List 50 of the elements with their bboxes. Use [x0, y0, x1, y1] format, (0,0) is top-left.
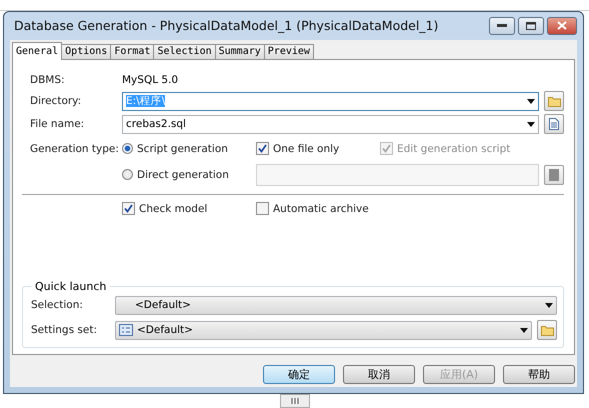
list-icon: [119, 324, 133, 336]
checkbox-label: Automatic archive: [273, 202, 369, 215]
field-label: DBMS:: [30, 74, 66, 86]
tab[interactable]: Options: [61, 44, 112, 60]
checkbox[interactable]: [256, 142, 269, 156]
group-title: Quick launch: [34, 280, 108, 293]
tab[interactable]: Summary: [214, 44, 265, 60]
checkbox[interactable]: [256, 202, 269, 216]
dropdown-caret-icon: [527, 98, 535, 104]
field-label: File name:: [30, 118, 86, 130]
dialog-button[interactable]: 取消: [343, 364, 415, 384]
field-label: Selection:: [31, 299, 84, 312]
folder-icon: [540, 324, 554, 336]
tab[interactable]: Preview: [264, 44, 314, 60]
settings-set-combo[interactable]: <Default>: [115, 320, 532, 340]
radio-label: Direct generation: [137, 168, 229, 181]
dropdown-caret-icon: [520, 328, 528, 333]
text-field[interactable]: [256, 164, 539, 186]
dialog-button[interactable]: 帮助: [503, 364, 575, 384]
minimize-icon: [497, 24, 507, 28]
open-file-button[interactable]: [544, 114, 564, 134]
close-icon: [557, 21, 567, 30]
close-button[interactable]: [547, 16, 577, 35]
dropdown-caret-icon: [527, 122, 535, 127]
tab[interactable]: Selection: [153, 44, 216, 60]
dialog-button[interactable]: 确定: [263, 364, 335, 384]
checkbox-label: Edit generation script: [397, 142, 510, 155]
window-title: Database Generation - PhysicalDataModel_1 (PhysicalDataModel_1): [13, 18, 440, 34]
scroll-grip-icon[interactable]: [280, 394, 310, 408]
dropdown-caret-icon: [545, 302, 553, 308]
browse-button[interactable]: [537, 320, 557, 340]
checkbox[interactable]: [122, 202, 135, 216]
radio-label: Script generation: [137, 142, 228, 155]
field-label: Settings set:: [31, 324, 98, 336]
checkbox-label: One file only: [273, 142, 340, 155]
field-label: Generation type:: [30, 142, 120, 155]
minimize-button[interactable]: [489, 16, 515, 35]
tab[interactable]: General: [12, 42, 62, 60]
browse-button[interactable]: [544, 91, 564, 112]
radio-button[interactable]: [122, 169, 133, 180]
selection-combo[interactable]: <Default>: [115, 296, 557, 315]
field-label: Directory:: [30, 95, 82, 108]
dbms-value: MySQL 5.0: [122, 74, 178, 86]
radio-button[interactable]: [122, 143, 133, 154]
folder-icon: [548, 96, 560, 107]
maximize-button[interactable]: [518, 16, 544, 35]
maximize-icon: [526, 22, 536, 30]
tab[interactable]: Format: [110, 44, 154, 60]
file-name-combo[interactable]: crebas2.sql: [122, 114, 539, 134]
checkbox-label: Check model: [139, 202, 208, 215]
